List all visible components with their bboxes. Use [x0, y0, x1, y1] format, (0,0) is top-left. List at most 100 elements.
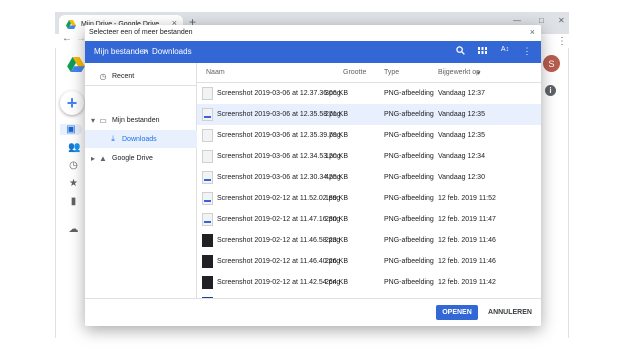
- file-size: 79 KB: [328, 132, 348, 139]
- nav-downloads[interactable]: ⤓ Downloads: [85, 130, 197, 148]
- starred-icon[interactable]: ★: [68, 178, 79, 189]
- file-size: 120 KB: [325, 153, 348, 160]
- image-thumbnail-icon: [202, 171, 213, 184]
- file-type: PNG-afbeelding: [384, 195, 434, 202]
- dialog-header-bar: Mijn bestanden > Downloads A↕ ⋮: [85, 41, 541, 63]
- table-row[interactable]: Screenshot 2019-03-06 at 12.30.34.png 425…: [197, 167, 541, 188]
- info-icon[interactable]: i: [545, 85, 556, 96]
- table-row[interactable]: Screenshot 2019-02-12 at 11.52.02.png 189…: [197, 188, 541, 209]
- image-thumbnail-icon: [202, 213, 213, 226]
- minimize-icon[interactable]: —: [513, 16, 521, 25]
- divider: [85, 85, 197, 86]
- file-name: Screenshot 2019-02-12 at 11.46.58.png: [217, 237, 341, 244]
- sort-icon[interactable]: A↕: [499, 46, 511, 53]
- image-thumbnail-icon: [202, 192, 213, 205]
- nav-google-drive-label: Google Drive: [112, 154, 153, 162]
- computer-icon: ▭: [99, 115, 107, 125]
- file-name: Screenshot 2019-03-06 at 12.37.36.png: [217, 90, 341, 97]
- browser-menu-icon[interactable]: ⋮: [557, 36, 567, 47]
- table-row[interactable]: Screenshot 2019-02-12 at 11.47.16.png 230…: [197, 209, 541, 230]
- file-type: PNG-afbeelding: [384, 90, 434, 97]
- file-list: Screenshot 2019-03-06 at 12.37.36.png 306…: [197, 83, 541, 326]
- nav-recent[interactable]: ◷ Recent: [85, 67, 197, 85]
- maximize-icon[interactable]: □: [539, 16, 544, 25]
- grid-view-icon[interactable]: [476, 46, 488, 56]
- chevron-right-icon: ▸: [90, 153, 95, 163]
- google-drive-favicon: [66, 20, 76, 29]
- open-button[interactable]: OPENEN: [436, 305, 478, 320]
- file-name: Screenshot 2019-03-06 at 12.35.39.png: [217, 132, 341, 139]
- file-modified: 12 feb. 2019 11:52: [438, 195, 496, 202]
- file-name: Screenshot 2019-03-06 at 12.30.34.png: [217, 174, 341, 181]
- file-modified: Vandaag 12:35: [438, 132, 485, 139]
- file-modified: Vandaag 12:37: [438, 90, 485, 97]
- table-row[interactable]: Screenshot 2019-02-12 at 11.42.54.png 264…: [197, 272, 541, 293]
- dialog-footer: OPENEN ANNULEREN: [85, 298, 541, 326]
- chevron-down-icon: ▾: [90, 115, 95, 125]
- file-size: 425 KB: [325, 174, 348, 181]
- nav-google-drive[interactable]: ▸ ▲ Google Drive: [85, 149, 197, 167]
- breadcrumb-downloads[interactable]: Downloads: [152, 47, 192, 56]
- table-row[interactable]: Screenshot 2019-02-12 at 11.46.40.png 226…: [197, 251, 541, 272]
- file-type: PNG-afbeelding: [384, 216, 434, 223]
- window-close-icon[interactable]: ✕: [558, 16, 565, 25]
- image-thumbnail-icon: [202, 234, 213, 247]
- image-thumbnail-icon: [202, 87, 213, 100]
- nav-my-files[interactable]: ▾ ▭ Mijn bestanden: [85, 111, 197, 129]
- file-type: PNG-afbeelding: [384, 279, 434, 286]
- file-name: Screenshot 2019-02-12 at 11.46.40.png: [217, 258, 341, 265]
- table-row[interactable]: Screenshot 2019-03-06 at 12.35.58.png 271…: [197, 104, 541, 125]
- file-picker-dialog: Selecteer een of meer bestanden × Mijn b…: [85, 25, 541, 326]
- file-type: PNG-afbeelding: [384, 237, 434, 244]
- column-modified[interactable]: Bijgewerkt op: [438, 69, 480, 76]
- table-row[interactable]: Screenshot 2019-03-06 at 12.37.36.png 306…: [197, 83, 541, 104]
- file-type: PNG-afbeelding: [384, 258, 434, 265]
- file-name: Screenshot 2019-02-12 at 11.47.16.png: [217, 216, 341, 223]
- file-type: PNG-afbeelding: [384, 174, 434, 181]
- file-size: 306 KB: [325, 90, 348, 97]
- shared-icon[interactable]: 👥: [68, 142, 80, 153]
- search-icon[interactable]: [454, 46, 466, 57]
- image-thumbnail-icon: [202, 255, 213, 268]
- table-row[interactable]: Screenshot 2019-03-06 at 12.35.39.png 79 …: [197, 125, 541, 146]
- table-row[interactable]: Screenshot 2019-03-06 at 12.34.53.png 120…: [197, 146, 541, 167]
- dialog-title: Selecteer een of meer bestanden: [85, 25, 541, 41]
- image-thumbnail-icon: [202, 150, 213, 163]
- image-thumbnail-icon: [202, 108, 213, 121]
- column-name[interactable]: Naam: [206, 69, 225, 76]
- table-row[interactable]: Screenshot 2019-02-12 at 11.46.58.png 223…: [197, 230, 541, 251]
- avatar[interactable]: S: [543, 55, 560, 72]
- file-name: Screenshot 2019-02-12 at 11.42.54.png: [217, 279, 341, 286]
- file-size: 230 KB: [325, 216, 348, 223]
- recent-icon[interactable]: ◷: [68, 160, 79, 171]
- file-modified: 12 feb. 2019 11:47: [438, 216, 496, 223]
- clock-icon: ◷: [99, 71, 107, 81]
- cancel-button[interactable]: ANNULEREN: [488, 305, 532, 320]
- column-size[interactable]: Grootte: [343, 69, 366, 76]
- more-options-icon[interactable]: ⋮: [521, 46, 533, 57]
- breadcrumb-separator: >: [143, 47, 148, 56]
- file-modified: 12 feb. 2019 11:42: [438, 279, 496, 286]
- my-drive-icon[interactable]: ▣: [60, 124, 82, 135]
- trash-icon[interactable]: ▮: [68, 196, 79, 207]
- nav-downloads-label: Downloads: [122, 135, 157, 143]
- dialog-sidebar: ◷ Recent ▾ ▭ Mijn bestanden ⤓ Downloads …: [85, 63, 197, 298]
- back-arrow-icon[interactable]: ←: [62, 33, 72, 44]
- google-drive-logo-icon: [67, 57, 85, 72]
- file-modified: Vandaag 12:30: [438, 174, 485, 181]
- file-name: Screenshot 2019-03-06 at 12.35.58.png: [217, 111, 341, 118]
- dialog-close-icon[interactable]: ×: [530, 27, 535, 37]
- file-name: Screenshot 2019-02-12 at 11.52.02.png: [217, 195, 341, 202]
- file-size: 264 KB: [325, 279, 348, 286]
- file-modified: Vandaag 12:34: [438, 153, 485, 160]
- nav-my-files-label: Mijn bestanden: [112, 116, 160, 124]
- file-name: Screenshot 2019-03-06 at 12.34.53.png: [217, 153, 341, 160]
- column-type[interactable]: Type: [384, 69, 399, 76]
- nav-recent-label: Recent: [112, 72, 135, 80]
- new-button[interactable]: +: [60, 91, 84, 115]
- file-type: PNG-afbeelding: [384, 132, 434, 139]
- cloud-storage-icon[interactable]: ☁: [68, 224, 79, 235]
- file-modified: 12 feb. 2019 11:46: [438, 258, 496, 265]
- breadcrumb-my-files[interactable]: Mijn bestanden: [94, 47, 148, 56]
- file-type: PNG-afbeelding: [384, 153, 434, 160]
